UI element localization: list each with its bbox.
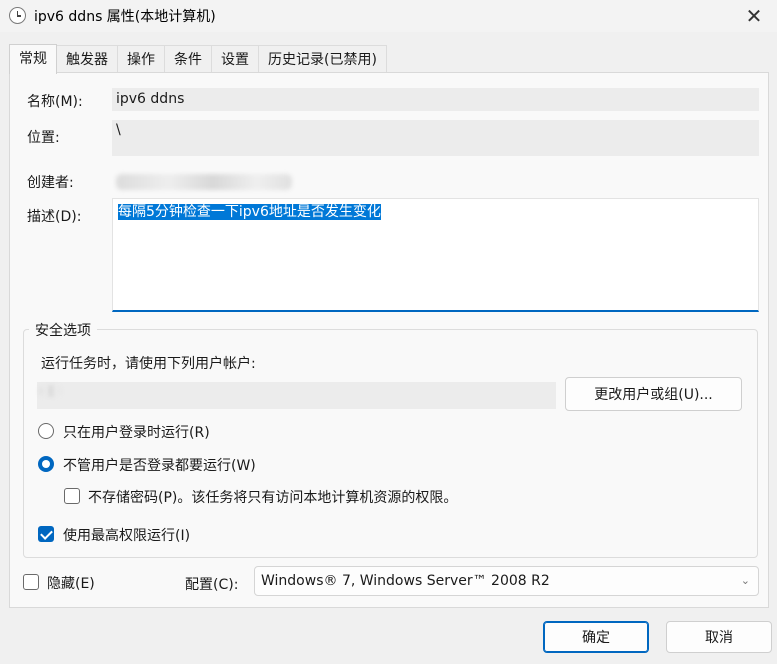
author-label: 创建者: xyxy=(27,175,74,191)
config-select[interactable]: Windows® 7, Windows Server™ 2008 R2 ⌄ xyxy=(254,566,759,596)
chevron-down-icon: ⌄ xyxy=(740,574,750,587)
security-options-title: 安全选项 xyxy=(29,320,97,340)
tab-triggers[interactable]: 触发器 xyxy=(57,45,118,73)
checkbox-highest-privileges[interactable] xyxy=(38,526,54,542)
ok-button[interactable]: 确定 xyxy=(543,621,649,653)
name-field[interactable]: ipv6 ddns xyxy=(112,88,759,111)
title-bar: ipv6 ddns 属性(本地计算机) ✕ xyxy=(0,0,777,32)
config-select-value: Windows® 7, Windows Server™ 2008 R2 xyxy=(261,573,550,589)
no-store-password-label[interactable]: 不存储密码(P)。该任务将只有访问本地计算机资源的权限。 xyxy=(88,487,457,507)
tab-settings[interactable]: 设置 xyxy=(212,45,259,73)
clock-icon xyxy=(9,7,26,24)
name-label: 名称(M): xyxy=(27,94,83,110)
radio-run-logged-on[interactable] xyxy=(38,423,54,439)
cancel-button[interactable]: 取消 xyxy=(666,621,772,653)
checkbox-no-store-password[interactable] xyxy=(64,488,80,504)
highest-privileges-label[interactable]: 使用最高权限运行(I) xyxy=(63,525,190,545)
tab-actions[interactable]: 操作 xyxy=(118,45,165,73)
close-button[interactable]: ✕ xyxy=(731,0,777,32)
location-field: \ xyxy=(112,120,759,156)
user-account-field xyxy=(37,382,556,409)
config-label: 配置(C): xyxy=(185,577,239,593)
user-account-redacted xyxy=(39,385,61,397)
description-text: 每隔5分钟检查一下ipv6地址是否发生变化 xyxy=(118,204,381,220)
checkbox-hidden[interactable] xyxy=(23,574,39,590)
description-textarea[interactable]: 每隔5分钟检查一下ipv6地址是否发生变化 xyxy=(112,198,759,312)
radio-run-logged-on-label[interactable]: 只在用户登录时运行(R) xyxy=(63,422,210,442)
radio-run-whether-logged-label[interactable]: 不管用户是否登录都要运行(W) xyxy=(63,455,256,475)
author-value-redacted xyxy=(116,174,292,190)
description-label: 描述(D): xyxy=(27,209,82,225)
tab-general[interactable]: 常规 xyxy=(9,44,57,74)
change-user-button[interactable]: 更改用户或组(U)... xyxy=(565,377,742,411)
hidden-label[interactable]: 隐藏(E) xyxy=(47,573,95,593)
run-as-prompt: 运行任务时，请使用下列用户帐户: xyxy=(41,356,256,372)
tab-strip: 常规 触发器 操作 条件 设置 历史记录(已禁用) xyxy=(9,44,387,74)
location-label: 位置: xyxy=(27,130,60,146)
window-title: ipv6 ddns 属性(本地计算机) xyxy=(34,9,216,25)
tab-history[interactable]: 历史记录(已禁用) xyxy=(259,45,387,73)
radio-run-whether-logged[interactable] xyxy=(38,456,54,472)
tab-conditions[interactable]: 条件 xyxy=(165,45,212,73)
